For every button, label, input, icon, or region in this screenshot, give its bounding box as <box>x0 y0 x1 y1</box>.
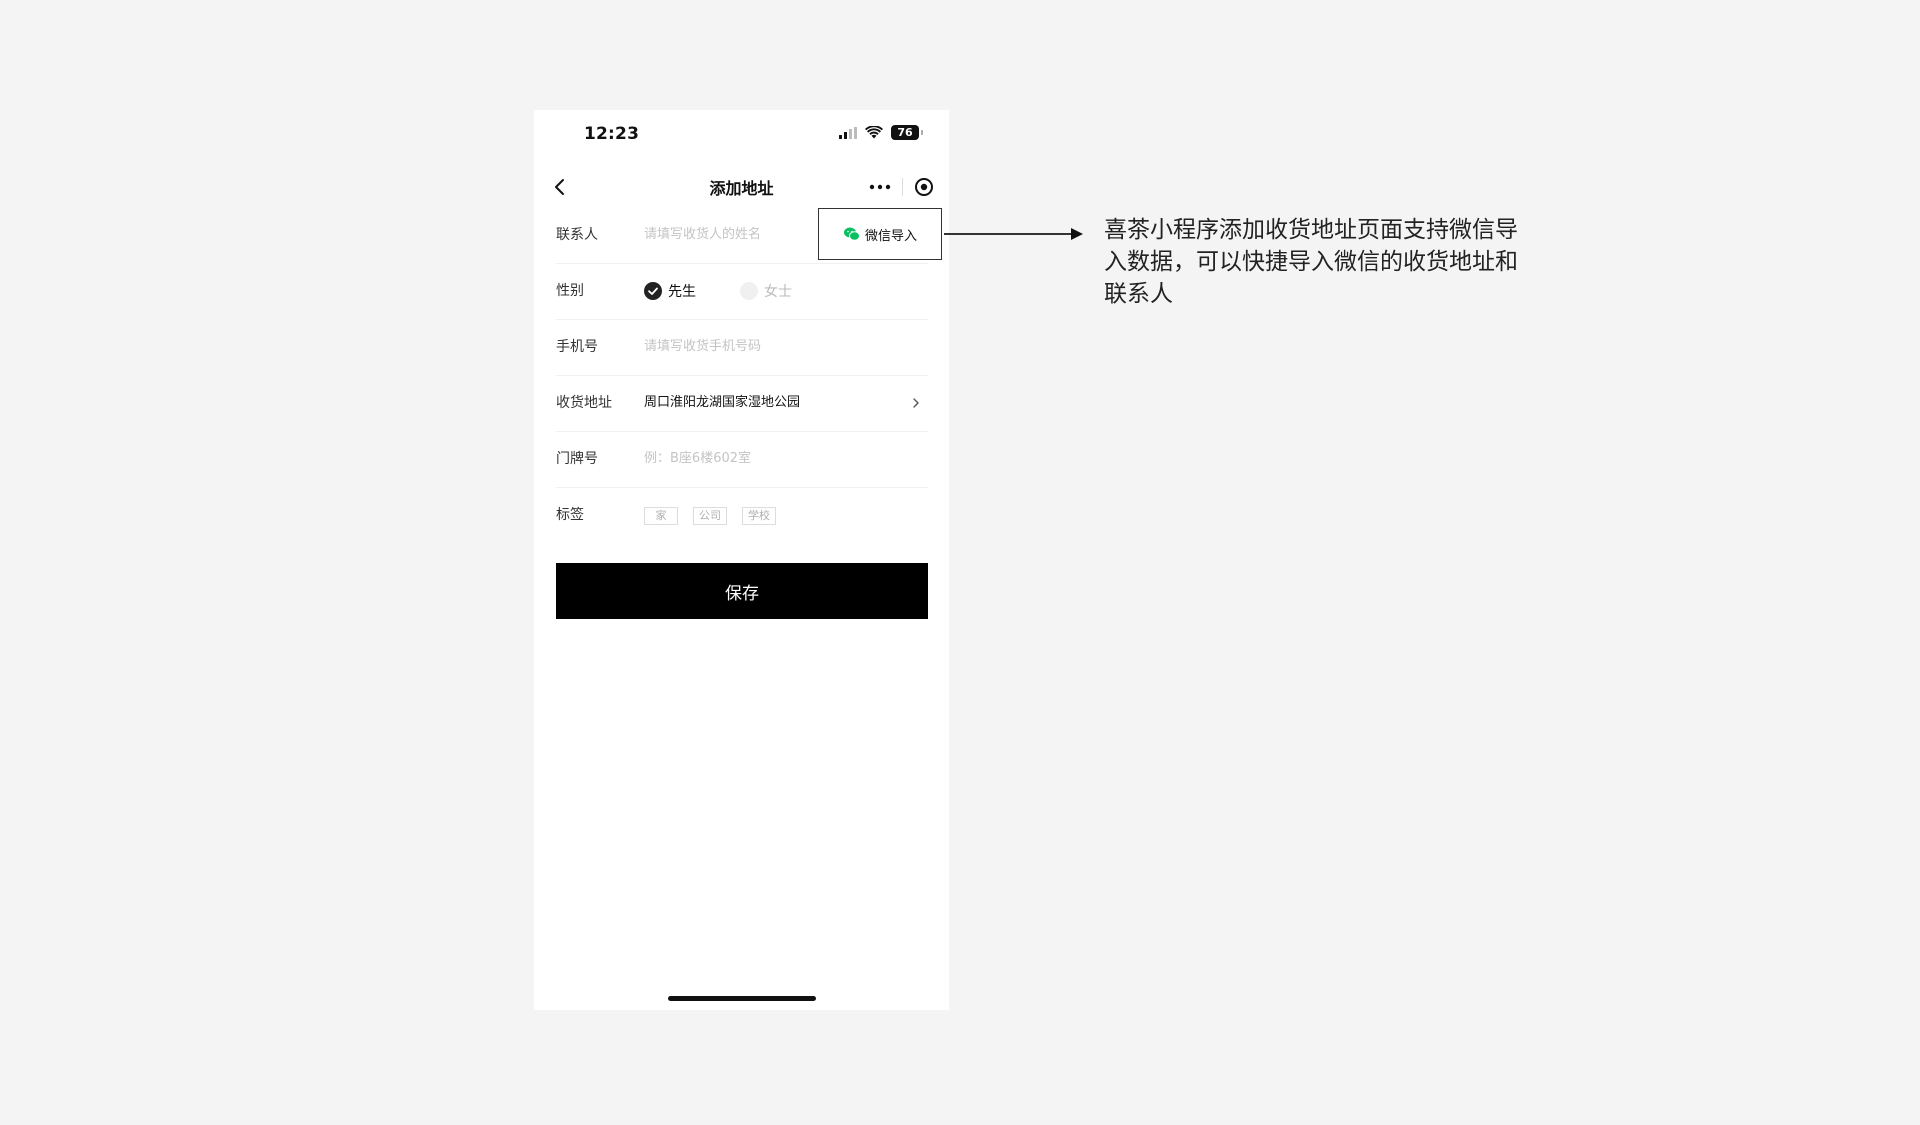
miniprogram-close-icon[interactable] <box>912 175 936 199</box>
tag-company[interactable]: 公司 <box>693 507 727 525</box>
phone-input[interactable]: 请填写收货手机号码 <box>644 319 761 375</box>
tag-home[interactable]: 家 <box>644 507 678 525</box>
gender-label: 性别 <box>556 283 584 299</box>
door-number-input[interactable]: 例：B座6楼602室 <box>644 431 751 487</box>
tag-school[interactable]: 学校 <box>742 507 776 525</box>
chevron-right-icon[interactable] <box>908 394 924 412</box>
more-icon[interactable] <box>867 175 893 199</box>
phone-label: 手机号 <box>556 339 598 355</box>
save-button[interactable]: 保存 <box>556 563 928 619</box>
address-value[interactable]: 周口淮阳龙湖国家湿地公园 <box>644 375 800 431</box>
door-number-label: 门牌号 <box>556 451 598 467</box>
status-time: 12:23 <box>584 124 640 144</box>
annotation-arrow-line <box>944 233 1074 235</box>
gender-option-female[interactable]: 女士 <box>740 281 792 301</box>
gender-row: 性别 先生 女士 <box>556 263 928 320</box>
signal-icon <box>839 126 857 139</box>
wechat-import-label: 微信导入 <box>864 228 917 244</box>
checkmark-icon <box>648 287 658 295</box>
contact-input[interactable]: 请填写收货人的姓名 <box>644 207 761 263</box>
address-label: 收货地址 <box>556 395 612 411</box>
phone-row: 手机号 请填写收货手机号码 <box>556 319 928 376</box>
gender-option-female-label: 女士 <box>764 284 792 300</box>
wechat-icon <box>843 227 860 241</box>
home-indicator <box>668 996 816 1001</box>
status-bar: 12:23 76 <box>534 110 949 162</box>
tags-label: 标签 <box>556 507 584 523</box>
radio-unchecked-icon <box>740 282 758 300</box>
status-icons: 76 <box>839 125 923 140</box>
tags-row: 标签 家 公司 学校 <box>556 487 928 543</box>
nav-divider <box>902 178 903 196</box>
annotation-arrowhead <box>1071 228 1083 240</box>
gender-option-male-label: 先生 <box>668 284 696 300</box>
contact-label: 联系人 <box>556 227 598 243</box>
address-row[interactable]: 收货地址 周口淮阳龙湖国家湿地公园 <box>556 375 928 432</box>
nav-bar: 添加地址 <box>534 162 949 212</box>
battery-indicator: 76 <box>891 125 923 140</box>
check-icon <box>644 282 662 300</box>
gender-option-male[interactable]: 先生 <box>644 281 696 301</box>
canvas: 12:23 76 添加地址 联系人 请填写收货人的姓名 性别 先生 女士 手机号… <box>0 0 1920 1125</box>
wechat-import-button[interactable]: 微信导入 <box>818 208 942 260</box>
annotation-text: 喜茶小程序添加收货地址页面支持微信导入数据，可以快捷导入微信的收货地址和联系人 <box>1104 217 1518 307</box>
wifi-icon <box>865 126 883 139</box>
door-number-row: 门牌号 例：B座6楼602室 <box>556 431 928 488</box>
